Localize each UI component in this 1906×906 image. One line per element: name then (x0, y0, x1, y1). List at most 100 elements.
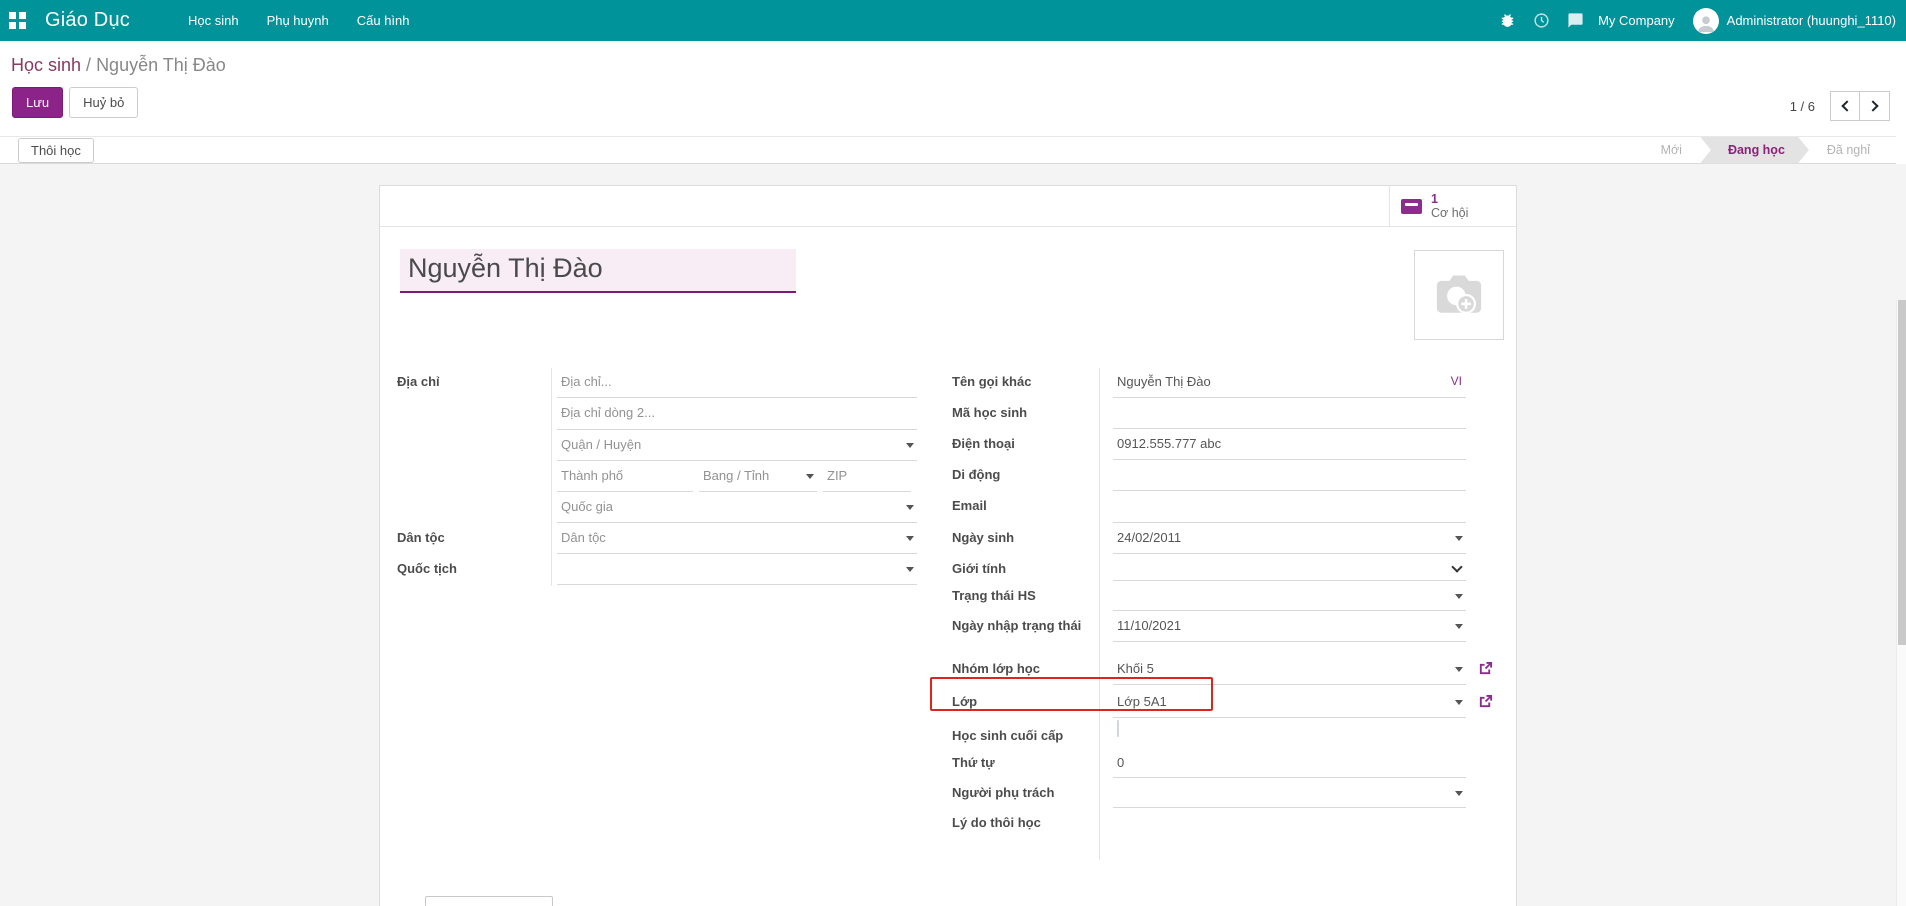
bug-icon[interactable] (1499, 12, 1516, 29)
pager: 1 / 6 (1790, 91, 1890, 121)
lop-select[interactable]: Lớp 5A1 (1113, 687, 1466, 718)
pager-next-button[interactable] (1860, 91, 1890, 121)
vertical-scrollbar (1896, 300, 1906, 906)
clock-icon[interactable] (1533, 12, 1550, 29)
hoc-sinh-cuoi-cap-checkbox[interactable] (1117, 720, 1119, 737)
chat-icon[interactable] (1567, 12, 1584, 29)
pager-previous-button[interactable] (1830, 91, 1860, 121)
camera-plus-icon (1430, 272, 1488, 318)
field-label-quoc-tich: Quốc tịch (397, 554, 551, 585)
external-link-icon[interactable] (1478, 687, 1493, 721)
nationality-select[interactable] (557, 554, 917, 585)
avatar[interactable] (1693, 8, 1719, 34)
discard-button[interactable]: Huỷ bỏ (69, 87, 138, 118)
state-da-nghi[interactable]: Đã nghỉ (1809, 137, 1888, 164)
field-label: Email (952, 491, 1099, 523)
ma-hoc-sinh-input[interactable] (1113, 398, 1466, 429)
menu-cau-hinh[interactable]: Cấu hình (355, 9, 412, 32)
ten-goi-khac-input[interactable]: Nguyễn Thị Đào VI (1113, 367, 1466, 398)
ethnicity-select[interactable]: Dân tộc (557, 523, 917, 554)
field-row-ten-goi-khac: Tên gọi khác Nguyễn Thị Đào VI (952, 367, 1504, 398)
control-panel: Học sinh / Nguyễn Thị Đào Lưu Huỷ bỏ 1 /… (0, 41, 1906, 136)
field-label: Ngày nhập trạng thái (952, 611, 1099, 654)
district-select[interactable]: Quận / Huyện (557, 430, 917, 461)
chevron-down-icon (1451, 561, 1462, 572)
ly-do-thoi-hoc-input[interactable] (1113, 808, 1466, 848)
caret-down-icon (1455, 791, 1463, 796)
field-row-nhom-lop-hoc: Nhóm lớp học Khối 5 (952, 654, 1504, 687)
notebook-tab-partial[interactable] (425, 896, 553, 906)
field-row-district: Quận / Huyện (397, 430, 937, 461)
caret-down-icon (1455, 594, 1463, 599)
thu-tu-input[interactable]: 0 (1113, 748, 1466, 778)
street-input[interactable]: Địa chỉ... (557, 367, 917, 398)
opportunities-stat-button[interactable]: 1 Cơ hội (1389, 186, 1516, 226)
nguoi-phu-trach-select[interactable] (1113, 778, 1466, 808)
field-label: Mã học sinh (952, 398, 1099, 429)
translation-badge[interactable]: VI (1451, 374, 1462, 388)
email-input[interactable] (1113, 491, 1466, 523)
field-label: Lớp (952, 687, 1099, 721)
opportunity-inbox-icon (1401, 199, 1422, 214)
dien-thoai-input[interactable]: 0912.555.777 abc (1113, 429, 1466, 460)
thoi-hoc-button[interactable]: Thôi học (18, 138, 94, 163)
apps-menu-icon[interactable] (9, 12, 26, 29)
chevron-right-icon (1867, 100, 1878, 111)
state-moi[interactable]: Mới (1643, 137, 1700, 164)
ngay-sinh-datepicker[interactable]: 24/02/2011 (1113, 523, 1466, 554)
field-row-gioi-tinh: Giới tính (952, 554, 1504, 581)
zip-input[interactable]: ZIP (823, 461, 911, 492)
form-sheet: 1 Cơ hội Nguyễn Thị Đào Địa chỉ Địa chỉ.… (379, 185, 1517, 906)
group-divider (1099, 368, 1100, 860)
student-name-input[interactable]: Nguyễn Thị Đào (400, 249, 796, 293)
caret-down-icon (1455, 624, 1463, 629)
menu-phu-huynh[interactable]: Phụ huynh (265, 9, 331, 32)
field-row-country: Quốc gia (397, 492, 937, 523)
main-menu: Học sinh Phụ huynh Cấu hình (186, 9, 412, 32)
pager-count: 1 / 6 (1790, 99, 1815, 114)
field-row-dien-thoai: Điện thoại 0912.555.777 abc (952, 429, 1504, 460)
field-label: Học sinh cuối cấp (952, 721, 1099, 748)
form-view: 1 Cơ hội Nguyễn Thị Đào Địa chỉ Địa chỉ.… (0, 164, 1906, 906)
state-dang-hoc[interactable]: Đang học (1700, 137, 1809, 164)
field-row-street: Địa chỉ Địa chỉ... (397, 367, 937, 398)
student-info-group: Tên gọi khác Nguyễn Thị Đào VI Mã học si… (952, 367, 1504, 848)
external-link-icon[interactable] (1478, 654, 1493, 687)
caret-down-icon (806, 474, 814, 479)
field-row-lop: Lớp Lớp 5A1 (952, 687, 1504, 721)
gioi-tinh-select[interactable] (1113, 554, 1466, 581)
field-label: Tên gọi khác (952, 367, 1099, 398)
caret-down-icon (1455, 536, 1463, 541)
hoc-sinh-cuoi-cap-cell (1113, 721, 1466, 748)
state-pipeline: Mới Đang học Đã nghỉ (1643, 137, 1888, 164)
field-label: Lý do thôi học (952, 808, 1099, 848)
breadcrumb-current: Nguyễn Thị Đào (96, 55, 226, 75)
field-row-ma-hoc-sinh: Mã học sinh (952, 398, 1504, 429)
field-label: Nhóm lớp học (952, 654, 1099, 687)
street2-input[interactable]: Địa chỉ dòng 2... (557, 398, 917, 430)
statusbar: Thôi học Mới Đang học Đã nghỉ (0, 136, 1896, 164)
field-label: Thứ tự (952, 748, 1099, 778)
field-row-di-dong: Di động (952, 460, 1504, 491)
company-switcher[interactable]: My Company (1598, 13, 1675, 28)
scrollbar-thumb[interactable] (1898, 300, 1906, 645)
user-menu[interactable]: Administrator (huunghi_1110) (1727, 13, 1896, 28)
breadcrumb-parent[interactable]: Học sinh (11, 55, 81, 75)
field-row-street2: Địa chỉ dòng 2... (397, 398, 937, 430)
ngay-nhap-trang-thai-datepicker[interactable]: 11/10/2021 (1113, 611, 1466, 642)
stat-button-label: Cơ hội (1431, 206, 1468, 220)
menu-hoc-sinh[interactable]: Học sinh (186, 9, 241, 32)
state-select[interactable]: Bang / Tỉnh (699, 461, 817, 492)
field-label: Điện thoại (952, 429, 1099, 460)
trang-thai-hs-select[interactable] (1113, 581, 1466, 611)
country-select[interactable]: Quốc gia (557, 492, 917, 523)
field-label: Giới tính (952, 554, 1099, 581)
student-photo-upload[interactable] (1414, 250, 1504, 340)
app-title[interactable]: Giáo Dục (45, 9, 130, 32)
city-input[interactable]: Thành phố (557, 461, 693, 492)
di-dong-input[interactable] (1113, 460, 1466, 491)
nhom-lop-hoc-select[interactable]: Khối 5 (1113, 654, 1466, 685)
field-label: Di động (952, 460, 1099, 491)
field-row-ngay-sinh: Ngày sinh 24/02/2011 (952, 523, 1504, 554)
save-button[interactable]: Lưu (12, 87, 63, 118)
